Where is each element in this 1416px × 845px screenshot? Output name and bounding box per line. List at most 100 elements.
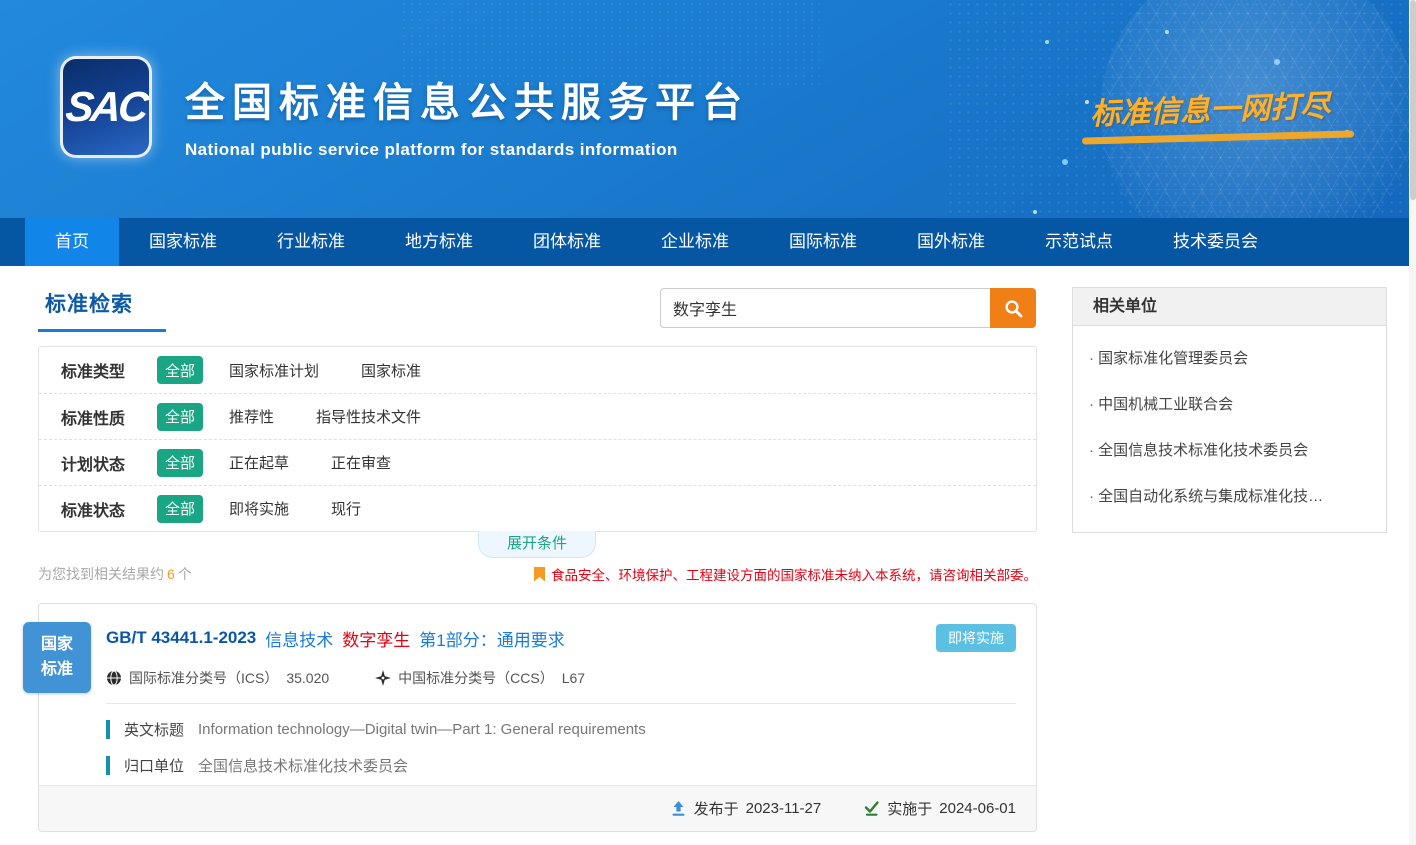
site-header: SAC 全国标准信息公共服务平台 National public service… [0, 0, 1416, 218]
implement-check-icon [863, 800, 880, 817]
published-date-item: 发布于 2023-11-27 [670, 798, 822, 819]
search-input[interactable] [660, 288, 990, 328]
filter-option[interactable]: 国家标准 [361, 360, 421, 381]
teal-bar-decoration [106, 756, 110, 775]
globe-icon [106, 670, 122, 686]
search-box [660, 288, 1036, 328]
sac-logo[interactable]: SAC [60, 56, 152, 158]
results-count-number: 6 [164, 566, 178, 582]
nav-item-pilot[interactable]: 示范试点 [1015, 218, 1143, 266]
filter-all-button[interactable]: 全部 [157, 449, 203, 477]
card-divider [106, 703, 1016, 704]
filter-label: 标准类型 [61, 358, 157, 382]
implemented-date-item: 实施于 2024-06-01 [863, 798, 1016, 819]
sac-logo-text: SAC [64, 83, 149, 131]
slogan-banner: 标准信息一网打尽 [1090, 84, 1390, 141]
badge-line1: 国家 [41, 633, 73, 658]
related-units-panel: 相关单位 国家标准化管理委员会 中国机械工业联合会 全国信息技术标准化技术委员会… [1072, 287, 1387, 533]
nav-item-group-standards[interactable]: 团体标准 [503, 218, 631, 266]
filter-panel: 标准类型 全部 国家标准计划 国家标准 标准性质 全部 推荐性 指导性技术文件 … [38, 346, 1037, 532]
committee-value: 全国信息技术标准化技术委员会 [198, 755, 408, 776]
results-count: 为您找到相关结果约6个 [38, 564, 192, 584]
filter-label: 标准性质 [61, 405, 157, 429]
site-titles: 全国标准信息公共服务平台 National public service pla… [185, 70, 749, 160]
nav-item-industry-standards[interactable]: 行业标准 [247, 218, 375, 266]
related-unit-link[interactable]: 中国机械工业联合会 [1089, 382, 1370, 428]
notice-text: 食品安全、环境保护、工程建设方面的国家标准未纳入本系统，请咨询相关部委。 [551, 564, 1037, 584]
badge-line2: 标准 [41, 658, 73, 683]
committee-label: 归口单位 [124, 755, 184, 776]
filter-option[interactable]: 指导性技术文件 [316, 406, 421, 427]
related-unit-link[interactable]: 国家标准化管理委员会 [1089, 336, 1370, 382]
search-icon [1004, 299, 1023, 318]
related-units-list: 国家标准化管理委员会 中国机械工业联合会 全国信息技术标准化技术委员会 全国自动… [1073, 326, 1386, 530]
related-unit-link[interactable]: 全国自动化系统与集成标准化技… [1089, 474, 1370, 520]
filter-option[interactable]: 推荐性 [229, 406, 274, 427]
ccs-label: 中国标准分类号（CCS） [398, 668, 554, 688]
implemented-label: 实施于 [887, 798, 932, 819]
nav-item-foreign-standards[interactable]: 国外标准 [887, 218, 1015, 266]
scrollbar-track[interactable] [1409, 0, 1416, 845]
nav-item-international-standards[interactable]: 国际标准 [759, 218, 887, 266]
slogan-text: 标准信息一网打尽 [1089, 79, 1390, 133]
filter-all-button[interactable]: 全部 [157, 495, 203, 523]
nav-item-national-standards[interactable]: 国家标准 [119, 218, 247, 266]
english-title-row: 英文标题 Information technology—Digital twin… [106, 719, 1016, 740]
published-date: 2023-11-27 [746, 800, 822, 817]
nav-item-technical-committee[interactable]: 技术委员会 [1143, 218, 1288, 266]
expand-conditions-button[interactable]: 展开条件 [478, 531, 596, 558]
results-count-suffix: 个 [178, 566, 192, 582]
results-count-prefix: 为您找到相关结果约 [38, 566, 164, 582]
filter-row-standard-nature: 标准性质 全部 推荐性 指导性技术文件 [39, 393, 1036, 439]
filter-row-standard-status: 标准状态 全部 即将实施 现行 [39, 485, 1036, 531]
ics-label: 国际标准分类号（ICS） [129, 668, 278, 688]
filter-label: 标准状态 [61, 497, 157, 521]
ccs-value: L67 [562, 670, 585, 686]
site-title-en: National public service platform for sta… [185, 140, 749, 160]
section-title-standard-search: 标准检索 [45, 288, 133, 318]
filter-option[interactable]: 即将实施 [229, 498, 289, 519]
committee-row: 归口单位 全国信息技术标准化技术委员会 [106, 755, 1016, 776]
standard-title-row: GB/T 43441.1-2023 信息技术 数字孪生 第1部分：通用要求 即将… [106, 624, 1016, 652]
filter-option[interactable]: 正在审查 [331, 452, 391, 473]
main-nav-list: 首页 国家标准 行业标准 地方标准 团体标准 企业标准 国际标准 国外标准 示范… [25, 218, 1416, 266]
card-footer: 发布于 2023-11-27 实施于 2024-06-01 [39, 785, 1036, 831]
filter-option[interactable]: 国家标准计划 [229, 360, 319, 381]
compass-icon [375, 670, 391, 686]
status-badge: 即将实施 [936, 624, 1016, 652]
published-label: 发布于 [694, 798, 739, 819]
nav-item-enterprise-standards[interactable]: 企业标准 [631, 218, 759, 266]
classification-row: 国际标准分类号（ICS） 35.020 中国标准分类号（CCS） L67 [106, 668, 1016, 688]
filter-label: 计划状态 [61, 451, 157, 475]
filter-row-plan-status: 计划状态 全部 正在起草 正在审查 [39, 439, 1036, 485]
filter-all-button[interactable]: 全部 [157, 403, 203, 431]
implemented-date: 2024-06-01 [939, 800, 1016, 817]
search-button[interactable] [990, 288, 1036, 328]
filter-option[interactable]: 正在起草 [229, 452, 289, 473]
related-units-title: 相关单位 [1073, 288, 1386, 326]
filter-row-standard-type: 标准类型 全部 国家标准计划 国家标准 [39, 347, 1036, 393]
spark-dots-decoration [1045, 40, 1049, 44]
english-title-value: Information technology—Digital twin—Part… [198, 721, 646, 738]
filter-all-button[interactable]: 全部 [157, 356, 203, 384]
page: SAC 全国标准信息公共服务平台 National public service… [0, 0, 1416, 845]
english-title-label: 英文标题 [124, 719, 184, 740]
system-notice: 食品安全、环境保护、工程建设方面的国家标准未纳入本系统，请咨询相关部委。 [534, 564, 1037, 584]
scrollbar-thumb[interactable] [1410, 0, 1416, 200]
bookmark-icon [534, 567, 545, 582]
results-meta-row: 为您找到相关结果约6个 食品安全、环境保护、工程建设方面的国家标准未纳入本系统，… [38, 560, 1037, 588]
standard-code-link[interactable]: GB/T 43441.1-2023 [106, 628, 256, 648]
standard-title-link[interactable]: 信息技术 [265, 626, 333, 651]
related-unit-link[interactable]: 全国信息技术标准化技术委员会 [1089, 428, 1370, 474]
nav-item-home[interactable]: 首页 [25, 218, 119, 266]
standard-title-link[interactable]: 第1部分：通用要求 [419, 626, 564, 651]
publish-upload-icon [670, 800, 687, 817]
teal-bar-decoration [106, 720, 110, 739]
card-body: GB/T 43441.1-2023 信息技术 数字孪生 第1部分：通用要求 即将… [39, 604, 1036, 776]
site-title-cn: 全国标准信息公共服务平台 [185, 70, 749, 128]
nav-item-local-standards[interactable]: 地方标准 [375, 218, 503, 266]
standard-title-highlight[interactable]: 数字孪生 [342, 626, 410, 651]
filter-option[interactable]: 现行 [331, 498, 361, 519]
section-title-underline [38, 329, 166, 332]
main-nav: 首页 国家标准 行业标准 地方标准 团体标准 企业标准 国际标准 国外标准 示范… [0, 218, 1416, 266]
